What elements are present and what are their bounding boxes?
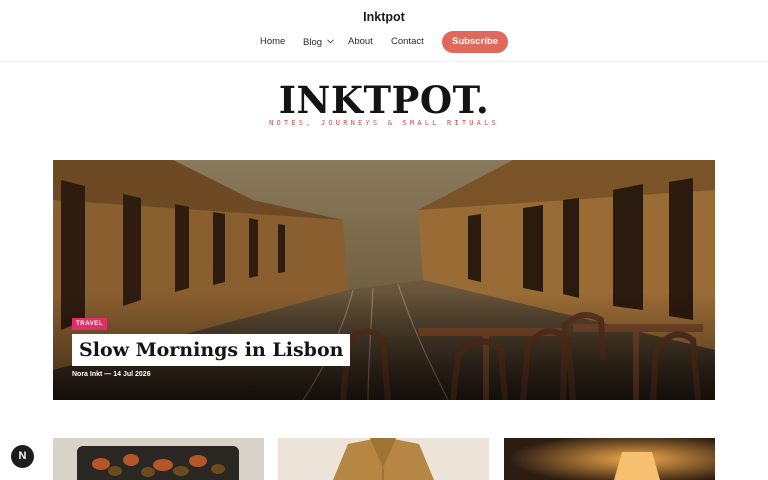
header-divider [0, 61, 768, 62]
featured-meta: Nora Inkt — 14 Jul 2026 [72, 371, 151, 378]
featured-post[interactable]: TRAVEL Slow Mornings in Lisbon Nora Inkt… [53, 160, 715, 400]
nav-contact[interactable]: Contact [391, 36, 424, 47]
featured-title[interactable]: Slow Mornings in Lisbon [79, 339, 343, 361]
post-card-image [53, 438, 264, 480]
nav-home[interactable]: Home [260, 36, 285, 47]
post-card[interactable] [278, 438, 489, 480]
main-nav: Home Blog About Contact Subscribe [0, 31, 768, 53]
masthead-title: INKTPOT. [278, 78, 490, 122]
subscribe-button[interactable]: Subscribe [442, 31, 508, 53]
post-card-image [278, 438, 489, 480]
post-card-image [504, 438, 715, 480]
nav-blog-label: Blog [303, 37, 323, 48]
nav-about[interactable]: About [348, 36, 373, 47]
featured-title-box: Slow Mornings in Lisbon [72, 334, 351, 366]
post-card[interactable] [504, 438, 715, 480]
site-name[interactable]: Inktpot [0, 10, 768, 24]
category-badge[interactable]: TRAVEL [72, 318, 108, 330]
nav-blog[interactable]: Blog [303, 37, 334, 48]
post-card[interactable] [53, 438, 264, 480]
masthead-tagline: NOTES, JOURNEYS & SMALL RITUALS [269, 119, 499, 127]
chevron-down-icon [326, 39, 334, 44]
floating-avatar-button[interactable]: N [11, 445, 34, 468]
